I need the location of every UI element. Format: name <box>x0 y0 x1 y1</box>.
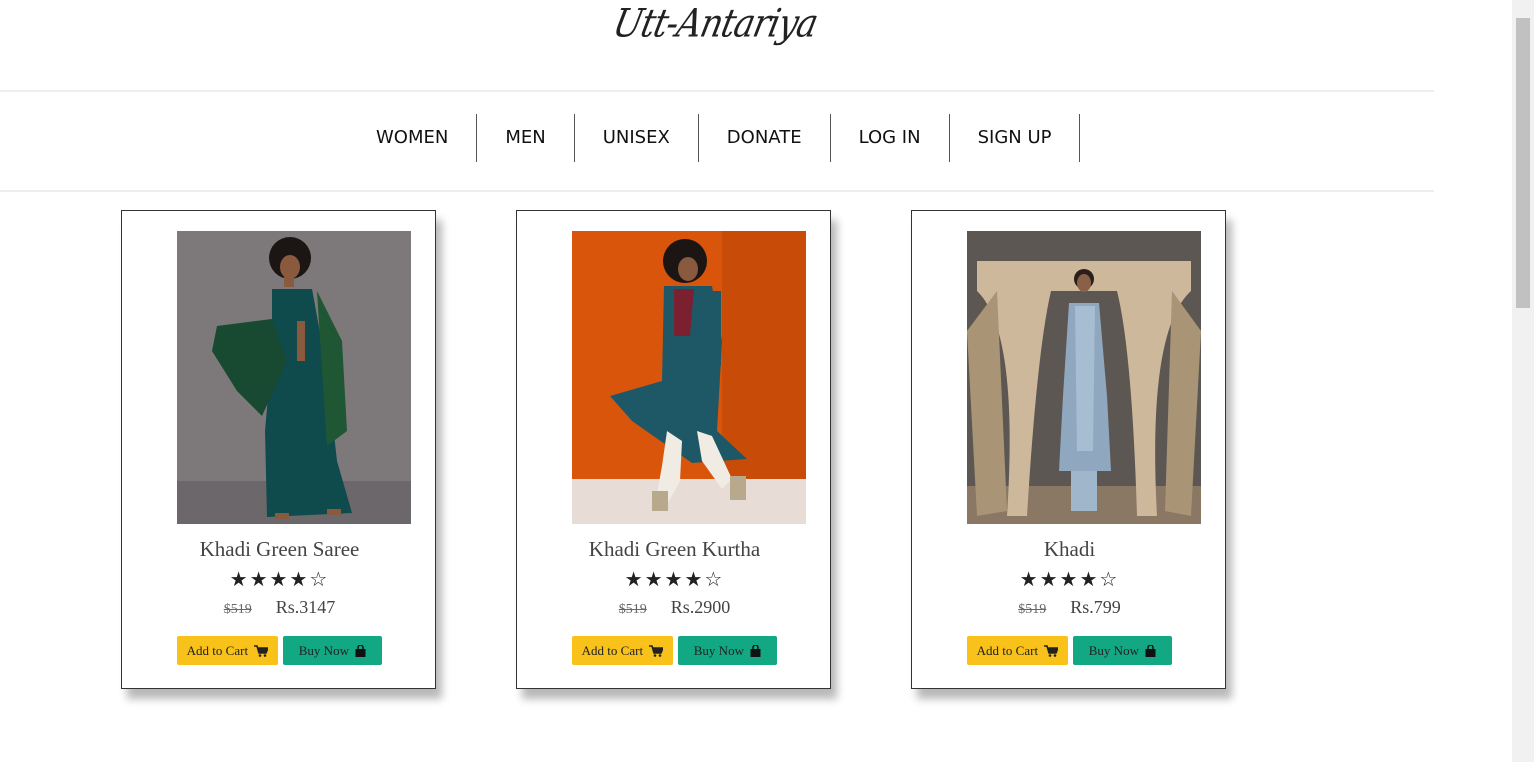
scrollbar-thumb[interactable] <box>1516 18 1530 308</box>
price-row: $519 Rs.799 <box>912 597 1227 618</box>
product-image-saree[interactable] <box>177 231 411 524</box>
brand-logo-text: Utt-Antariya <box>608 1 822 48</box>
add-to-cart-button[interactable]: Add to Cart <box>572 636 673 665</box>
shopping-bag-icon <box>1145 644 1156 657</box>
add-to-cart-button[interactable]: Add to Cart <box>177 636 278 665</box>
star-filled-icon: ★ <box>644 567 665 591</box>
brand-logo[interactable]: Utt-Antariya <box>0 0 1430 60</box>
nav-item-unisex[interactable]: UNISEX <box>575 114 699 162</box>
product-card: Khadi Green Saree ★★★★☆ $519 Rs.3147 Add… <box>121 210 436 689</box>
star-empty-icon: ☆ <box>309 567 330 591</box>
star-filled-icon: ★ <box>1039 567 1060 591</box>
star-filled-icon: ★ <box>664 567 685 591</box>
shopping-bag-icon <box>355 644 366 657</box>
main-nav: WOMEN MEN UNISEX DONATE LOG IN SIGN UP <box>0 90 1434 192</box>
star-rating: ★★★★☆ <box>122 567 437 591</box>
nav-item-donate[interactable]: DONATE <box>699 114 831 162</box>
add-to-cart-label: Add to Cart <box>976 643 1039 658</box>
cart-icon <box>1044 645 1060 657</box>
shopping-bag-icon <box>750 644 761 657</box>
old-price: $519 <box>223 602 252 617</box>
star-filled-icon: ★ <box>1019 567 1040 591</box>
current-price: Rs.799 <box>1070 597 1121 617</box>
old-price: $519 <box>1018 602 1047 617</box>
nav-item-men[interactable]: MEN <box>477 114 575 162</box>
price-row: $519 Rs.3147 <box>122 597 437 618</box>
buy-now-label: Buy Now <box>298 643 349 658</box>
star-rating: ★★★★☆ <box>912 567 1227 591</box>
page-scrollbar[interactable] <box>1512 0 1534 762</box>
cart-icon <box>254 645 270 657</box>
star-filled-icon: ★ <box>249 567 270 591</box>
nav-item-women[interactable]: WOMEN <box>348 114 478 162</box>
price-row: $519 Rs.2900 <box>517 597 832 618</box>
product-card: Khadi ★★★★☆ $519 Rs.799 Add to Cart Buy … <box>911 210 1226 689</box>
star-empty-icon: ☆ <box>1099 567 1120 591</box>
current-price: Rs.3147 <box>275 597 336 617</box>
old-price: $519 <box>618 602 647 617</box>
buy-now-button[interactable]: Buy Now <box>283 636 382 665</box>
product-title[interactable]: Khadi Green Kurtha <box>517 537 832 562</box>
buy-now-label: Buy Now <box>693 643 744 658</box>
buy-now-label: Buy Now <box>1088 643 1139 658</box>
nav-item-login[interactable]: LOG IN <box>831 114 950 162</box>
product-card: Khadi Green Kurtha ★★★★☆ $519 Rs.2900 Ad… <box>516 210 831 689</box>
product-image-kurtha[interactable] <box>572 231 806 524</box>
star-empty-icon: ☆ <box>704 567 725 591</box>
cart-icon <box>649 645 665 657</box>
star-filled-icon: ★ <box>229 567 250 591</box>
nav-item-signup[interactable]: SIGN UP <box>950 114 1081 162</box>
star-filled-icon: ★ <box>624 567 645 591</box>
buy-now-button[interactable]: Buy Now <box>678 636 777 665</box>
star-filled-icon: ★ <box>289 567 310 591</box>
add-to-cart-button[interactable]: Add to Cart <box>967 636 1068 665</box>
current-price: Rs.2900 <box>670 597 731 617</box>
star-filled-icon: ★ <box>1079 567 1100 591</box>
add-to-cart-label: Add to Cart <box>186 643 249 658</box>
buy-now-button[interactable]: Buy Now <box>1073 636 1172 665</box>
product-title[interactable]: Khadi Green Saree <box>122 537 437 562</box>
product-title[interactable]: Khadi <box>912 537 1227 562</box>
star-filled-icon: ★ <box>269 567 290 591</box>
star-filled-icon: ★ <box>684 567 705 591</box>
product-image-khadi[interactable] <box>967 231 1201 524</box>
star-rating: ★★★★☆ <box>517 567 832 591</box>
add-to-cart-label: Add to Cart <box>581 643 644 658</box>
star-filled-icon: ★ <box>1059 567 1080 591</box>
